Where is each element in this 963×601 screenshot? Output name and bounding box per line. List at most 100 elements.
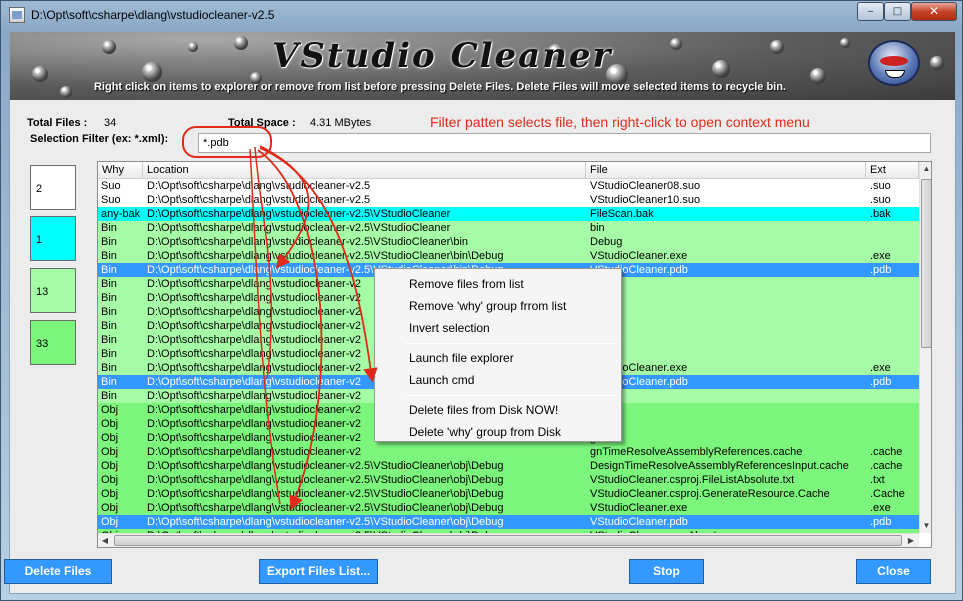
cell-why: Suo bbox=[101, 180, 121, 192]
menu-remove-why-group[interactable]: Remove 'why' group frrom list bbox=[409, 299, 566, 313]
cell-why: Bin bbox=[101, 376, 117, 388]
close-button[interactable]: Close bbox=[856, 559, 931, 584]
cell-location: D:\Opt\soft\csharpe\dlang\vstudiocleaner… bbox=[147, 488, 504, 500]
count-value: 13 bbox=[36, 286, 49, 298]
menu-remove-files[interactable]: Remove files from list bbox=[409, 277, 524, 291]
count-box-suo: 2 bbox=[30, 165, 76, 210]
cell-file: VStudioCleaner.pdb bbox=[590, 264, 688, 276]
table-row[interactable]: Obj D:\Opt\soft\csharpe\dlang\vstudioclea… bbox=[98, 473, 919, 487]
table-row[interactable]: Suo D:\Opt\soft\csharpe\dlang\vstudioclea… bbox=[98, 179, 919, 193]
cell-why: Bin bbox=[101, 348, 117, 360]
cell-why: Suo bbox=[101, 194, 121, 206]
table-row[interactable]: Bin D:\Opt\soft\csharpe\dlang\vstudioclea… bbox=[98, 235, 919, 249]
export-files-list-button[interactable]: Export Files List... bbox=[259, 559, 378, 584]
table-row[interactable]: Bin D:\Opt\soft\csharpe\dlang\vstudioclea… bbox=[98, 221, 919, 235]
cell-why: Bin bbox=[101, 292, 117, 304]
menu-delete-why-group[interactable]: Delete 'why' group from Disk bbox=[409, 425, 561, 439]
column-header-location[interactable]: Location bbox=[143, 162, 586, 179]
banner-subtitle: Right click on items to explorer or remo… bbox=[93, 81, 786, 93]
count-value: 33 bbox=[36, 338, 49, 350]
cell-ext bbox=[867, 291, 919, 305]
cell-ext: .pdb bbox=[870, 376, 892, 388]
delete-files-button[interactable]: Delete Files bbox=[4, 559, 112, 584]
selection-filter-input[interactable] bbox=[198, 133, 931, 153]
cell-why: Bin bbox=[101, 222, 117, 234]
window-title: D:\Opt\soft\csharpe\dlang\vstudiocleaner… bbox=[31, 8, 275, 22]
app-window: D:\Opt\soft\csharpe\dlang\vstudiocleaner… bbox=[0, 0, 963, 601]
cell-ext bbox=[867, 221, 919, 235]
table-row[interactable]: Obj D:\Opt\soft\csharpe\dlang\vstudioclea… bbox=[98, 459, 919, 473]
menu-launch-file-explorer[interactable]: Launch file explorer bbox=[409, 351, 514, 365]
cell-location: D:\Opt\soft\csharpe\dlang\vstudiocleaner… bbox=[147, 208, 451, 220]
cell-file: se bbox=[587, 277, 862, 291]
mascot-logo-icon bbox=[868, 40, 920, 86]
menu-invert-selection[interactable]: Invert selection bbox=[409, 321, 490, 335]
title-bar[interactable]: D:\Opt\soft\csharpe\dlang\vstudiocleaner… bbox=[1, 1, 962, 29]
cell-ext bbox=[867, 389, 919, 403]
count-value: 1 bbox=[36, 234, 43, 246]
drop-icon bbox=[712, 60, 730, 78]
scroll-left-icon[interactable]: ◀ bbox=[98, 534, 112, 547]
cell-why: Bin bbox=[101, 320, 117, 332]
scroll-right-icon[interactable]: ▶ bbox=[904, 534, 918, 547]
horizontal-scrollbar[interactable]: ◀ ▶ bbox=[98, 533, 919, 547]
cell-file bbox=[587, 417, 862, 431]
cell-location: D:\Opt\soft\csharpe\dlang\vstudiocleaner… bbox=[147, 474, 504, 486]
table-row[interactable]: Suo D:\Opt\soft\csharpe\dlang\vstudioclea… bbox=[98, 193, 919, 207]
cell-ext bbox=[867, 235, 919, 249]
vertical-scroll-thumb[interactable] bbox=[921, 179, 931, 348]
cell-location: D:\Opt\soft\csharpe\dlang\vstudiocleaner… bbox=[147, 516, 504, 528]
column-header-ext[interactable]: Ext bbox=[866, 162, 919, 179]
column-header-file[interactable]: File bbox=[586, 162, 866, 179]
drop-icon bbox=[840, 38, 850, 48]
table-row[interactable]: Bin D:\Opt\soft\csharpe\dlang\vstudioclea… bbox=[98, 249, 919, 263]
menu-launch-cmd[interactable]: Launch cmd bbox=[409, 373, 474, 387]
cell-ext bbox=[867, 347, 919, 361]
table-row[interactable]: any-bak D:\Opt\soft\csharpe\dlang\vstudio… bbox=[98, 207, 919, 221]
stop-button[interactable]: Stop bbox=[629, 559, 704, 584]
cell-file bbox=[587, 291, 862, 305]
total-files-value: 34 bbox=[104, 117, 117, 129]
cell-ext bbox=[867, 305, 919, 319]
cell-ext bbox=[867, 319, 919, 333]
cell-why: Bin bbox=[101, 306, 117, 318]
cell-location: D:\Opt\soft\csharpe\dlang\vstudiocleaner… bbox=[147, 502, 504, 514]
cell-file bbox=[587, 389, 862, 403]
cell-why: Obj bbox=[101, 460, 119, 472]
scroll-up-icon[interactable]: ▲ bbox=[920, 162, 931, 176]
scroll-down-icon[interactable]: ▼ bbox=[920, 519, 931, 533]
cell-ext bbox=[867, 277, 919, 291]
context-menu: Remove files from list Remove 'why' grou… bbox=[374, 268, 622, 442]
annotation-ellipse bbox=[182, 126, 272, 158]
menu-delete-files-now[interactable]: Delete files from Disk NOW! bbox=[409, 403, 558, 417]
horizontal-scroll-thumb[interactable] bbox=[114, 535, 902, 546]
table-row[interactable]: Obj D:\Opt\soft\csharpe\dlang\vstudioclea… bbox=[98, 487, 919, 501]
cell-file: bin bbox=[590, 222, 605, 234]
cell-ext: .bak bbox=[870, 208, 891, 220]
maximize-button[interactable]: □ bbox=[884, 2, 911, 21]
annotation-text: Filter patten selects file, then right-c… bbox=[430, 114, 810, 130]
cell-file: VStudioCleaner.pdb bbox=[590, 516, 688, 528]
count-box-bin: 13 bbox=[30, 268, 76, 313]
cell-ext: .pdb bbox=[870, 516, 892, 528]
drop-icon bbox=[32, 66, 48, 82]
minimize-button[interactable]: ‒ bbox=[857, 2, 884, 21]
cell-ext: .txt bbox=[870, 474, 885, 486]
cell-why: Bin bbox=[101, 236, 117, 248]
table-row[interactable]: Obj D:\Opt\soft\csharpe\dlang\vstudioclea… bbox=[98, 445, 919, 459]
vertical-scrollbar[interactable]: ▲ ▼ bbox=[919, 162, 931, 533]
cell-ext: .exe bbox=[870, 502, 891, 514]
cell-ext bbox=[867, 403, 919, 417]
drop-icon bbox=[188, 42, 198, 52]
cell-why: Obj bbox=[101, 418, 119, 430]
cell-why: Obj bbox=[101, 502, 119, 514]
window-close-button[interactable]: ✕ bbox=[911, 2, 957, 21]
grid-header: Why Location File Ext bbox=[98, 162, 919, 179]
column-header-why[interactable]: Why bbox=[98, 162, 143, 179]
count-box-obj: 33 bbox=[30, 320, 76, 365]
cell-file: gnTimeResolveAssemblyReferences.cache bbox=[590, 446, 803, 458]
menu-separator bbox=[405, 395, 617, 396]
table-row[interactable]: Obj D:\Opt\soft\csharpe\dlang\vstudioclea… bbox=[98, 515, 919, 529]
table-row[interactable]: Obj D:\Opt\soft\csharpe\dlang\vstudioclea… bbox=[98, 501, 919, 515]
cell-ext: .Cache bbox=[870, 488, 905, 500]
